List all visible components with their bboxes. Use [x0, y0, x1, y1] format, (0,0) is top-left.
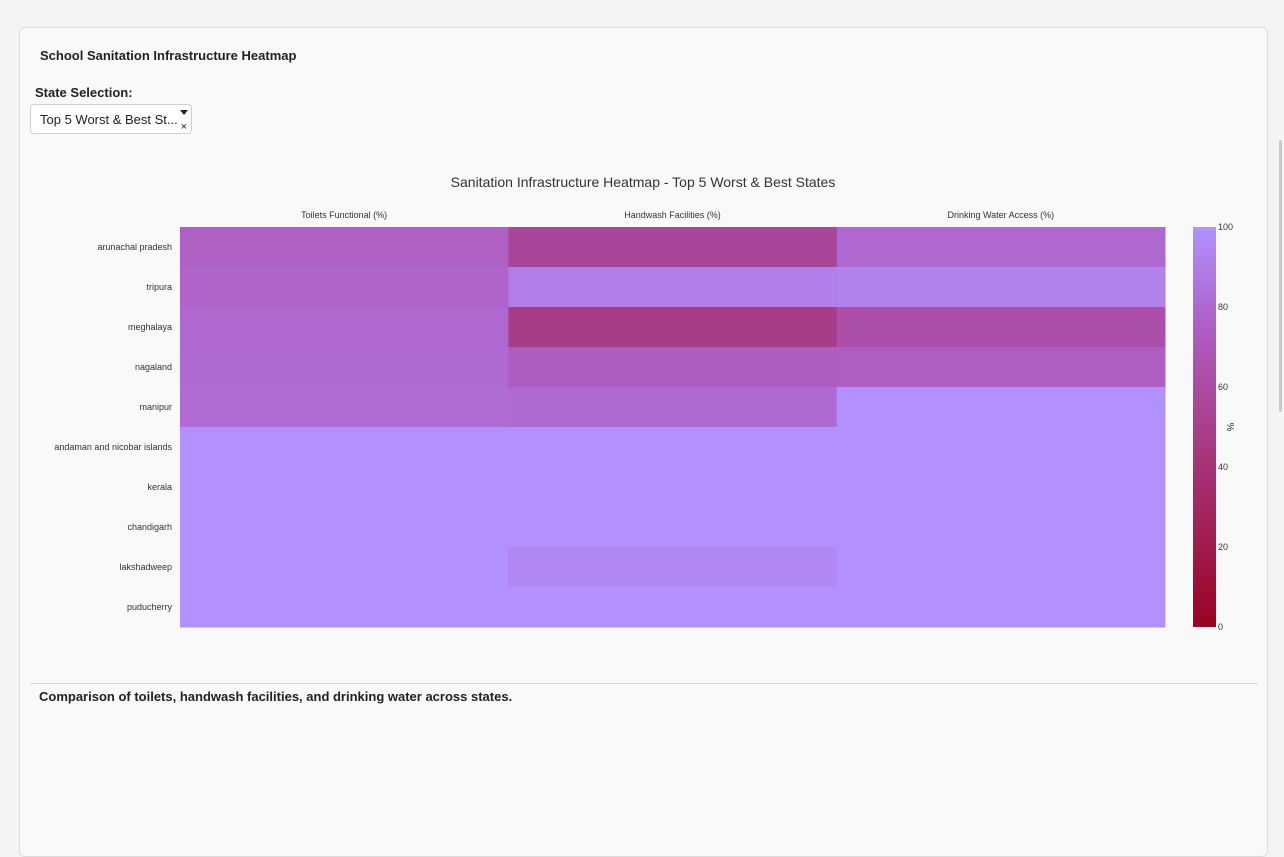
row-label: arunachal pradesh [97, 242, 172, 252]
heatmap-cell[interactable] [180, 467, 509, 508]
heatmap-cell[interactable] [508, 507, 838, 548]
heatmap-cell[interactable] [836, 267, 1166, 308]
heatmap-cell[interactable] [508, 427, 838, 468]
heatmap-cell[interactable] [836, 507, 1166, 548]
row-label: chandigarh [127, 522, 172, 532]
heatmap-cell[interactable] [508, 307, 838, 348]
heatmap-cell[interactable] [180, 547, 509, 588]
heatmap-cell[interactable] [836, 387, 1166, 428]
heatmap-cell[interactable] [180, 427, 509, 468]
chart-title: Sanitation Infrastructure Heatmap - Top … [451, 174, 836, 190]
colorbar [1193, 227, 1216, 627]
heatmap-cell[interactable] [836, 587, 1166, 628]
row-label: puducherry [127, 602, 173, 612]
row-label: manipur [139, 402, 172, 412]
colorbar-tick-label: 20 [1218, 542, 1228, 552]
heatmap-cell[interactable] [180, 387, 509, 428]
column-header: Toilets Functional (%) [301, 210, 387, 220]
heatmap-chart: Sanitation Infrastructure Heatmap - Top … [54, 174, 1235, 632]
colorbar-tick-label: 40 [1218, 462, 1228, 472]
colorbar-tick-label: 60 [1218, 382, 1228, 392]
heatmap-cell[interactable] [836, 547, 1166, 588]
row-label: meghalaya [128, 322, 172, 332]
row-label: kerala [147, 482, 172, 492]
heatmap-cell[interactable] [180, 347, 509, 388]
page-scrollbar[interactable] [1279, 140, 1282, 412]
heatmap-cell[interactable] [180, 507, 509, 548]
row-label: andaman and nicobar islands [54, 442, 172, 452]
colorbar-tick-label: 80 [1218, 302, 1228, 312]
heatmap-cell[interactable] [836, 427, 1166, 468]
heatmap-cell[interactable] [508, 387, 838, 428]
row-label: nagaland [135, 362, 172, 372]
heatmap-cell[interactable] [180, 307, 509, 348]
row-label: lakshadweep [119, 562, 172, 572]
heatmap-cell[interactable] [836, 307, 1166, 348]
colorbar-tick-label: 100 [1218, 222, 1233, 232]
heatmap-cell[interactable] [180, 267, 509, 308]
heatmap-cell[interactable] [508, 547, 838, 588]
heatmap-cell[interactable] [508, 587, 838, 628]
heatmap-cell[interactable] [508, 347, 838, 388]
column-header: Drinking Water Access (%) [947, 210, 1054, 220]
heatmap-cell[interactable] [836, 227, 1166, 268]
heatmap-cell[interactable] [836, 347, 1166, 388]
colorbar-tick-label: 0 [1218, 622, 1223, 632]
column-header: Handwash Facilities (%) [624, 210, 721, 220]
heatmap-cell[interactable] [508, 267, 838, 308]
heatmap-cell[interactable] [508, 227, 838, 268]
colorbar-title: % [1224, 423, 1235, 432]
heatmap-cell[interactable] [508, 467, 838, 508]
heatmap-cell[interactable] [180, 587, 509, 628]
row-label: tripura [146, 282, 172, 292]
heatmap-cell[interactable] [836, 467, 1166, 508]
heatmap-cell[interactable] [180, 227, 509, 268]
